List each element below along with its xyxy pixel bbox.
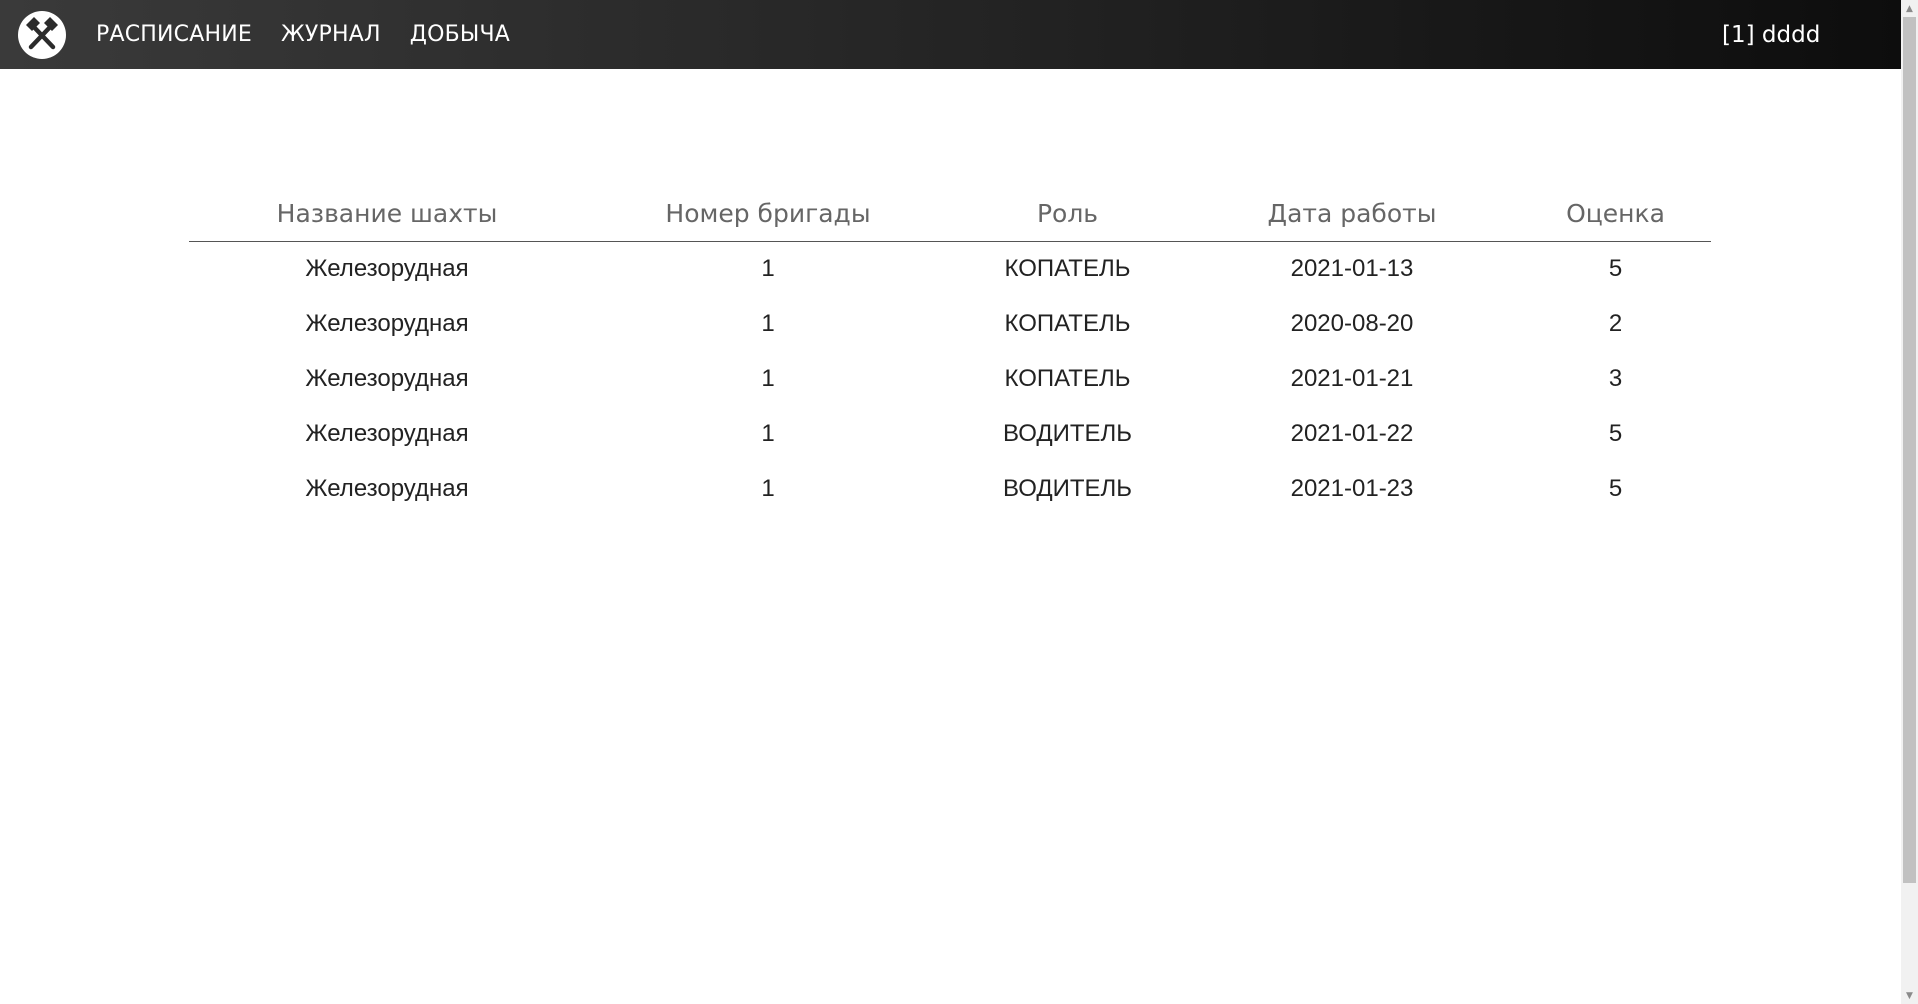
cell-rating: 5: [1608, 474, 1623, 502]
cell-rating: 5: [1608, 419, 1623, 447]
header-mine-name: Название шахты: [189, 186, 585, 242]
header-rating: Оценка: [1520, 186, 1711, 242]
nav-link-mining[interactable]: ДОБЫЧА: [410, 22, 510, 47]
cell-brigade-number: 1: [761, 474, 775, 502]
cell-brigade-number: 1: [761, 254, 775, 282]
nav-link-schedule[interactable]: РАСПИСАНИЕ: [96, 22, 252, 47]
cell-mine-name: Железорудная: [305, 364, 469, 392]
vertical-scrollbar[interactable]: ▲ ▼: [1901, 0, 1918, 1004]
scroll-down-arrow-icon[interactable]: ▼: [1901, 987, 1918, 1004]
table-row: Железорудная 1 ВОДИТЕЛЬ 2021-01-23 5: [189, 461, 1711, 516]
cell-role: КОПАТЕЛЬ: [1004, 254, 1131, 282]
cell-work-date: 2021-01-21: [1290, 364, 1414, 392]
user-label[interactable]: [1] dddd: [1722, 0, 1820, 69]
cell-role: КОПАТЕЛЬ: [1004, 309, 1131, 337]
cell-work-date: 2020-08-20: [1290, 309, 1414, 337]
table-row: Железорудная 1 КОПАТЕЛЬ 2020-08-20 2: [189, 296, 1711, 351]
cell-role: ВОДИТЕЛЬ: [1002, 419, 1133, 447]
cell-brigade-number: 1: [761, 309, 775, 337]
table-header-row: Название шахты Номер бригады Роль Дата р…: [189, 186, 1711, 242]
header-work-date: Дата работы: [1184, 186, 1520, 242]
cell-mine-name: Железорудная: [305, 309, 469, 337]
cell-mine-name: Железорудная: [305, 474, 469, 502]
cell-mine-name: Железорудная: [305, 254, 469, 282]
table-row: Железорудная 1 КОПАТЕЛЬ 2021-01-21 3: [189, 351, 1711, 406]
table-row: Железорудная 1 ВОДИТЕЛЬ 2021-01-22 5: [189, 406, 1711, 461]
header-role: Роль: [951, 186, 1184, 242]
cell-work-date: 2021-01-22: [1290, 419, 1414, 447]
nav-links: РАСПИСАНИЕ ЖУРНАЛ ДОБЫЧА: [96, 0, 539, 69]
cell-brigade-number: 1: [761, 419, 775, 447]
nav-link-journal[interactable]: ЖУРНАЛ: [281, 22, 381, 47]
cell-role: ВОДИТЕЛЬ: [1002, 474, 1133, 502]
cell-rating: 5: [1608, 254, 1623, 282]
header-brigade-number: Номер бригады: [585, 186, 951, 242]
scroll-thumb[interactable]: [1903, 17, 1916, 883]
cell-work-date: 2021-01-23: [1290, 474, 1414, 502]
cell-role: КОПАТЕЛЬ: [1004, 364, 1131, 392]
journal-table: Название шахты Номер бригады Роль Дата р…: [189, 186, 1711, 516]
top-navbar: РАСПИСАНИЕ ЖУРНАЛ ДОБЫЧА [1] dddd: [0, 0, 1901, 69]
scroll-up-arrow-icon[interactable]: ▲: [1901, 0, 1918, 17]
cell-rating: 3: [1608, 364, 1623, 392]
table-row: Железорудная 1 КОПАТЕЛЬ 2021-01-13 5: [189, 241, 1711, 296]
cell-work-date: 2021-01-13: [1290, 254, 1414, 282]
cell-mine-name: Железорудная: [305, 419, 469, 447]
journal-table-container: Название шахты Номер бригады Роль Дата р…: [189, 186, 1711, 516]
cell-brigade-number: 1: [761, 364, 775, 392]
crossed-hammers-icon[interactable]: [17, 10, 67, 60]
cell-rating: 2: [1608, 309, 1623, 337]
